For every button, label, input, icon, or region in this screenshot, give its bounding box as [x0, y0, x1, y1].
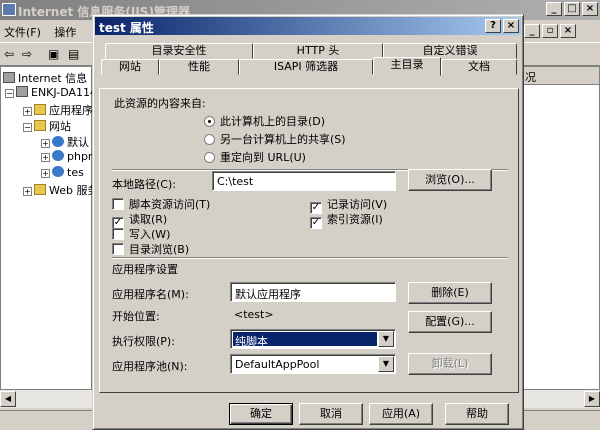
website-icon: [52, 150, 64, 161]
tree-item[interactable]: Internet 信息: [3, 70, 87, 86]
local-path-label: 本地路径(C):: [112, 178, 176, 191]
folder-icon: [34, 184, 46, 195]
radio-indicator[interactable]: [204, 116, 215, 127]
unload-button[interactable]: 卸载(L): [408, 353, 492, 375]
check-script-source-access[interactable]: 脚本资源访问(T): [112, 196, 210, 212]
close-button[interactable]: ×: [582, 2, 598, 16]
radio-network-share[interactable]: 另一台计算机上的共享(S): [204, 131, 346, 147]
tab-http-headers[interactable]: HTTP 头: [253, 43, 383, 59]
folder-icon: [34, 120, 46, 131]
browse-button[interactable]: 浏览(O)...: [408, 169, 492, 191]
check-directory-browsing[interactable]: 目录浏览(B): [112, 241, 189, 257]
app-name-label: 应用程序名(M):: [112, 288, 189, 301]
tree-item[interactable]: + tes: [41, 166, 84, 182]
folder-icon: [34, 104, 46, 115]
execute-permissions-select[interactable]: 纯脚本 ▼: [230, 329, 396, 349]
dropdown-arrow-icon[interactable]: ▼: [378, 331, 394, 347]
app-pool-select[interactable]: DefaultAppPool ▼: [230, 354, 396, 374]
iis-tree-pane: Internet 信息 − ENKJ-DA114 + 应用程序 − 网站 + 默认 + p…: [0, 66, 99, 390]
dialog-help-button[interactable]: ?: [485, 19, 501, 33]
execute-permissions-label: 执行权限(P):: [112, 335, 175, 348]
dialog-close-button[interactable]: ×: [503, 19, 519, 33]
minimize-button[interactable]: _: [546, 2, 562, 16]
radio-local-directory[interactable]: 此计算机上的目录(D): [204, 113, 325, 129]
column-header[interactable]: 况: [521, 67, 599, 85]
apply-button[interactable]: 应用(A): [369, 403, 433, 425]
tab-isapi-filters[interactable]: ISAPI 筛选器: [239, 59, 373, 75]
tab-performance[interactable]: 性能: [159, 59, 239, 75]
forward-arrow-icon[interactable]: ⇨: [22, 47, 32, 61]
computer-icon: [3, 72, 15, 83]
radio-redirect-url[interactable]: 重定向到 URL(U): [204, 149, 306, 165]
home-directory-panel: 此资源的内容来自: 此计算机上的目录(D) 另一台计算机上的共享(S) 重定向到…: [99, 88, 519, 393]
remove-button[interactable]: 删除(E): [408, 282, 492, 304]
scroll-right-arrow-icon[interactable]: ▶: [584, 391, 600, 407]
tab-home-directory[interactable]: 主目录: [373, 57, 441, 76]
tab-website[interactable]: 网站: [101, 59, 159, 75]
check-write[interactable]: 写入(W): [112, 226, 170, 242]
start-location-label: 开始位置:: [112, 310, 160, 323]
check-index-resource[interactable]: ✓ 索引资源(I): [310, 211, 383, 229]
help-button[interactable]: 帮助: [445, 403, 509, 425]
iis-app-icon: [2, 3, 16, 16]
start-location-value: <test>: [234, 308, 274, 321]
tree-item[interactable]: + 应用程序: [23, 102, 93, 118]
tree-item[interactable]: + Web 服务: [23, 182, 98, 198]
ok-button[interactable]: 确定: [229, 403, 293, 425]
tree-item[interactable]: + 默认: [41, 134, 89, 150]
menu-file[interactable]: 文件(F): [4, 26, 41, 39]
content-source-label: 此资源的内容来自:: [114, 97, 206, 110]
cancel-button[interactable]: 取消: [299, 403, 363, 425]
app-settings-label: 应用程序设置: [112, 263, 178, 276]
website-icon: [52, 136, 64, 147]
tab-documents[interactable]: 文档: [441, 59, 517, 75]
app-name-input[interactable]: 默认应用程序: [230, 282, 396, 302]
configure-button[interactable]: 配置(G)...: [408, 311, 492, 333]
dropdown-arrow-icon[interactable]: ▼: [378, 356, 394, 372]
checkbox[interactable]: [112, 198, 124, 210]
app-pool-label: 应用程序池(N):: [112, 360, 188, 373]
back-arrow-icon[interactable]: ⇦: [4, 47, 14, 61]
properties-dialog: test 属性 ? × 目录安全性 HTTP 头 自定义错误 网站 性能 ISA…: [92, 14, 524, 430]
scroll-left-arrow-icon[interactable]: ◀: [0, 391, 16, 407]
tab-directory-security[interactable]: 目录安全性: [105, 43, 253, 59]
iis-detail-pane: 况: [520, 66, 600, 390]
tree-item[interactable]: + phpm: [41, 150, 99, 166]
show-tree-icon[interactable]: ▤: [68, 47, 79, 61]
website-icon: [52, 166, 64, 177]
dialog-title: test 属性: [99, 21, 154, 35]
dialog-titlebar: test 属性 ? ×: [95, 17, 521, 35]
checkbox[interactable]: [112, 243, 124, 255]
server-icon: [16, 86, 28, 97]
menu-action[interactable]: 操作: [54, 26, 76, 39]
inner-restore-button[interactable]: ▫: [542, 24, 558, 38]
maximize-button[interactable]: □: [564, 2, 580, 16]
inner-minimize-button[interactable]: _: [524, 24, 540, 38]
tree-item[interactable]: − 网站: [23, 118, 71, 134]
up-folder-icon[interactable]: ▣: [48, 47, 59, 61]
radio-indicator[interactable]: [204, 152, 215, 163]
local-path-input[interactable]: C:\test: [212, 171, 396, 191]
checkbox[interactable]: [112, 228, 124, 240]
checkbox[interactable]: ✓: [310, 217, 322, 229]
radio-indicator[interactable]: [204, 134, 215, 145]
tree-item[interactable]: − ENKJ-DA114: [5, 86, 97, 102]
inner-close-button[interactable]: ×: [560, 24, 576, 38]
